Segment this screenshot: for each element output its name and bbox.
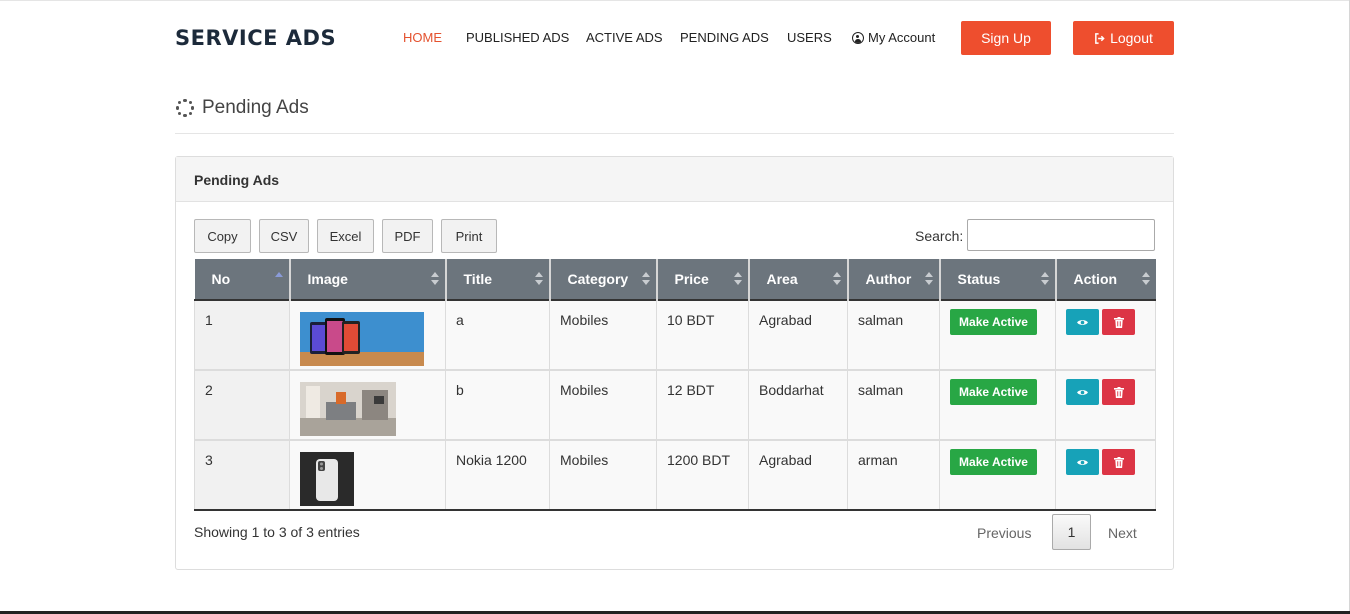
cell-area: Agrabad [748,300,848,371]
make-active-button[interactable]: Make Active [950,449,1037,475]
nav-my-account[interactable]: My Account [852,30,935,45]
sort-icon [832,272,841,287]
search-input[interactable] [967,219,1155,251]
view-button[interactable] [1066,379,1099,405]
cell-category: Mobiles [549,300,657,371]
eye-icon [1077,459,1088,465]
top-border [0,0,1350,1]
cell-author: salman [847,370,940,441]
cell-price: 10 BDT [656,300,749,371]
nav-my-account-label: My Account [868,30,936,45]
nav-pending-ads[interactable]: PENDING ADS [680,30,769,45]
table-row: 2 b Mobiles 12 BDT Boddarhat salman Make… [194,370,1156,441]
logout-label: Logout [1110,30,1153,46]
cell-status: Make Active [939,440,1056,511]
cell-action [1055,370,1156,441]
table-row: 1 a Mobiles 10 BDT Agrabad salman Make A… [194,300,1156,371]
sort-icon [924,272,933,287]
pagination-page-1[interactable]: 1 [1052,514,1091,550]
cell-action [1055,300,1156,371]
table-row: 3 Nokia 1200 Mobiles 1200 BDT Agrabad ar… [194,440,1156,511]
csv-button[interactable]: CSV [259,219,309,253]
sort-icon [641,272,650,287]
column-header-action[interactable]: Action [1054,259,1156,300]
trash-icon [1113,456,1124,468]
view-button[interactable] [1066,449,1099,475]
nav-home[interactable]: HOME [403,30,442,45]
column-header-category[interactable]: Category [548,259,657,300]
delete-button[interactable] [1102,449,1135,475]
nav-active-ads[interactable]: ACTIVE ADS [586,30,663,45]
cell-no: 1 [194,300,290,371]
cell-action [1055,440,1156,511]
delete-button[interactable] [1102,379,1135,405]
navbar: SERVICE ADS HOME PUBLISHED ADS ACTIVE AD… [175,20,1174,56]
cell-author: arman [847,440,940,511]
cell-status: Make Active [939,300,1056,371]
column-header-area[interactable]: Area [747,259,848,300]
page-heading: Pending Ads [175,97,309,119]
column-header-title[interactable]: Title [444,259,550,300]
trash-icon [1113,386,1124,398]
cell-status: Make Active [939,370,1056,441]
nav-users[interactable]: USERS [787,30,832,45]
signup-button[interactable]: Sign Up [961,21,1051,55]
column-header-author[interactable]: Author [846,259,940,300]
column-header-image[interactable]: Image [288,259,446,300]
sort-icon [1040,272,1049,287]
table-header-row: No Image Title Category Price Area Autho… [194,259,1156,300]
trash-icon [1113,316,1124,328]
cell-title: b [445,370,550,441]
cell-author: salman [847,300,940,371]
sort-asc-icon [274,272,283,278]
eye-icon [1077,319,1088,325]
cell-image [289,370,446,441]
ad-thumbnail-phone[interactable] [300,452,354,506]
excel-button[interactable]: Excel [317,219,374,253]
brand-logo[interactable]: SERVICE ADS [175,26,336,50]
sort-icon [1141,272,1150,287]
cell-area: Agrabad [748,440,848,511]
pdf-button[interactable]: PDF [382,219,433,253]
eye-icon [1077,389,1088,395]
nav-published-ads[interactable]: PUBLISHED ADS [466,30,569,45]
cell-price: 1200 BDT [656,440,749,511]
column-header-no[interactable]: No [194,259,290,300]
sort-icon [534,272,543,287]
cell-title: a [445,300,550,371]
pending-ads-table: No Image Title Category Price Area Autho… [194,259,1156,511]
cell-no: 2 [194,370,290,441]
make-active-button[interactable]: Make Active [950,309,1037,335]
cell-no: 3 [194,440,290,511]
search-label: Search: [915,228,964,244]
copy-button[interactable]: Copy [194,219,251,253]
column-header-status[interactable]: Status [938,259,1056,300]
cell-title: Nokia 1200 [445,440,550,511]
delete-button[interactable] [1102,309,1135,335]
print-button[interactable]: Print [441,219,497,253]
user-circle-icon [852,32,864,44]
pagination-previous[interactable]: Previous [977,525,1031,541]
cell-price: 12 BDT [656,370,749,441]
showing-entries-info: Showing 1 to 3 of 3 entries [194,524,360,540]
cell-area: Boddarhat [748,370,848,441]
cell-category: Mobiles [549,370,657,441]
cell-image [289,300,446,371]
ad-thumbnail-phones[interactable] [300,312,424,366]
cell-image [289,440,446,511]
column-header-price[interactable]: Price [655,259,749,300]
ad-thumbnail-room[interactable] [300,382,396,436]
sort-icon [430,272,439,287]
panel-title: Pending Ads [176,157,1173,202]
make-active-button[interactable]: Make Active [950,379,1037,405]
view-button[interactable] [1066,309,1099,335]
logout-button[interactable]: Logout [1073,21,1174,55]
spinner-icon [175,98,195,118]
pagination-next[interactable]: Next [1108,525,1137,541]
page-title: Pending Ads [202,97,309,118]
sort-icon [733,272,742,287]
cell-category: Mobiles [549,440,657,511]
heading-divider [175,133,1174,134]
sign-out-icon [1095,32,1105,44]
